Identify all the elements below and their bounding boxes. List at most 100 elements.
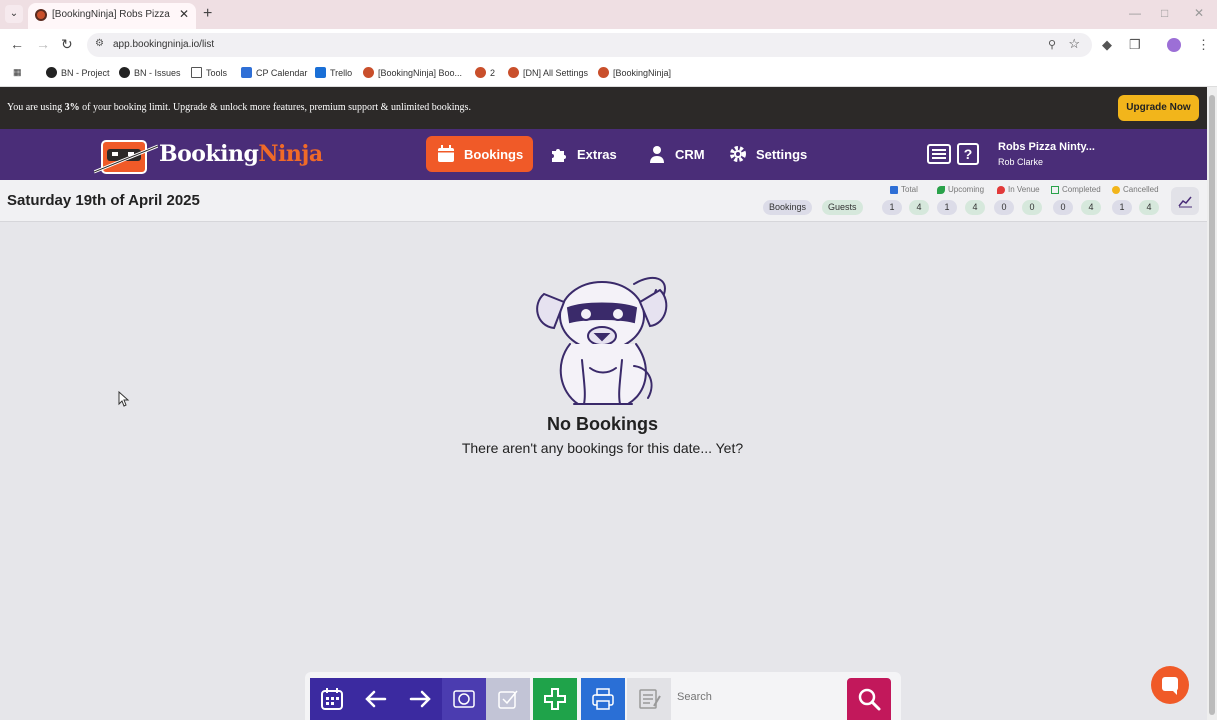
printer-icon (592, 688, 614, 710)
next-day-button[interactable] (398, 678, 442, 720)
stat-total-bookings: 1 (882, 200, 902, 215)
stat-upcoming-guests: 4 (965, 200, 985, 215)
url-text: app.bookingninja.io/list (113, 39, 215, 50)
stat-completed-bookings: 0 (1053, 200, 1073, 215)
folder-icon (191, 67, 202, 78)
svg-text:?: ? (964, 146, 973, 162)
site-info-icon[interactable]: ⚙ (95, 38, 104, 49)
stat-in-venue-guests: 0 (1022, 200, 1042, 215)
forward-icon[interactable]: → (36, 36, 50, 52)
location-pin-icon (997, 185, 1005, 194)
bookingninja-icon (363, 67, 374, 78)
new-tab-icon[interactable]: + (203, 5, 212, 23)
upgrade-now-button[interactable]: Upgrade Now (1118, 95, 1199, 121)
user-name: Rob Clarke (998, 157, 1044, 167)
cancelled-icon (1112, 185, 1120, 194)
bookmark-bn-issues[interactable]: BN - Issues (119, 67, 181, 78)
github-icon (46, 67, 57, 78)
nav-bookings-label: Bookings (464, 146, 524, 162)
bookingninja-icon (475, 67, 486, 78)
guests-row-label: Guests (822, 200, 863, 215)
bookingninja-icon (598, 67, 609, 78)
receipt-icon (1051, 185, 1059, 194)
extension-icon[interactable]: ◆ (1102, 37, 1112, 53)
calendar-icon (321, 688, 343, 710)
empty-state-title: No Bookings (547, 414, 658, 434)
zoom-icon[interactable]: ⚲ (1048, 38, 1056, 51)
profile-avatar-icon[interactable] (1167, 38, 1181, 52)
walking-icon (937, 185, 945, 194)
reload-icon[interactable]: ↻ (61, 36, 73, 53)
browser-tab[interactable]: [BookingNinja] Robs Pizza Ninty... ✕ (28, 3, 196, 29)
bookmark-2[interactable]: 2 (475, 67, 495, 78)
scrollbar-thumb[interactable] (1209, 95, 1215, 715)
chat-support-button[interactable] (1151, 666, 1189, 704)
bookmark-dn-all-settings[interactable]: [DN] All Settings (508, 67, 588, 78)
bookmarks-bar: ▦ BN - Project BN - Issues Tools CP Cale… (0, 61, 1217, 87)
browser-tabstrip: ⌄ [BookingNinja] Robs Pizza Ninty... ✕ +… (0, 0, 1217, 29)
tab-search-chevron-icon[interactable]: ⌄ (5, 5, 23, 23)
stat-cancelled-guests: 4 (1139, 200, 1159, 215)
bookmark-bookingninja[interactable]: [BookingNinja] (598, 67, 671, 78)
nav-settings[interactable]: Settings (718, 136, 817, 172)
user-icon (650, 146, 664, 163)
stat-cancelled-header: Cancelled (1112, 185, 1159, 194)
add-booking-button[interactable] (533, 678, 577, 720)
bookingninja-logo[interactable]: BookingNinja (93, 134, 324, 176)
bookmark-bookingninja-boo[interactable]: [BookingNinja] Boo... (363, 67, 462, 78)
stat-total-guests: 4 (909, 200, 929, 215)
bookmark-cp-calendar[interactable]: CP Calendar (241, 67, 307, 78)
calendar-icon (241, 67, 252, 78)
stat-upcoming-header: Upcoming (937, 185, 984, 194)
select-button[interactable] (486, 678, 530, 720)
page-scrollbar[interactable] (1207, 87, 1217, 720)
close-window-icon[interactable]: ✕ (1194, 6, 1204, 20)
newspaper-icon[interactable] (927, 143, 953, 165)
address-bar[interactable]: ⚙ app.bookingninja.io/list ⚲ ☆ (87, 33, 1092, 57)
bookmark-star-icon[interactable]: ☆ (1068, 36, 1080, 52)
maximize-icon[interactable]: □ (1161, 6, 1168, 20)
venue-name[interactable]: Robs Pizza Ninty... (998, 141, 1095, 153)
notes-icon (639, 689, 661, 709)
help-icon[interactable]: ? (957, 143, 979, 165)
date-bar: Saturday 19th of April 2025 Bookings Gue… (0, 180, 1207, 222)
ninja-logo-icon (93, 140, 159, 174)
app-header: BookingNinja Bookings Extras CRM Setting… (0, 129, 1207, 180)
previous-day-button[interactable] (354, 678, 398, 720)
close-tab-icon[interactable]: ✕ (179, 7, 189, 21)
chart-button[interactable] (1171, 187, 1199, 215)
stat-in-venue-header: In Venue (997, 185, 1040, 194)
bookmark-bn-project[interactable]: BN - Project (46, 67, 110, 78)
apps-grid-icon[interactable]: ▦ (13, 67, 22, 78)
trello-icon (315, 67, 326, 78)
search-button[interactable] (847, 678, 891, 720)
bookmark-tools[interactable]: Tools (191, 67, 227, 78)
floor-plan-button[interactable] (442, 678, 486, 720)
bookmark-trello[interactable]: Trello (315, 67, 352, 78)
arrow-left-icon (365, 690, 387, 708)
nav-settings-label: Settings (756, 146, 808, 162)
print-button[interactable] (581, 678, 625, 720)
search-icon (858, 688, 881, 711)
chrome-menu-icon[interactable]: ⋮ (1197, 37, 1210, 53)
add-booking-icon (544, 688, 566, 710)
arrow-right-icon (409, 690, 431, 708)
nav-bookings[interactable]: Bookings (426, 136, 534, 172)
puzzle-extensions-icon[interactable]: ❒ (1129, 37, 1141, 53)
checkbox-icon (498, 690, 518, 709)
bookings-row-label: Bookings (763, 200, 813, 215)
search-input[interactable] (677, 684, 837, 710)
usage-percent: 3% (64, 102, 80, 113)
floor-plan-icon (453, 690, 475, 708)
tab-title: [BookingNinja] Robs Pizza Ninty... (52, 9, 172, 20)
calendar-button[interactable] (310, 678, 354, 720)
notes-button[interactable] (627, 678, 671, 720)
nav-extras[interactable]: Extras (539, 136, 627, 172)
banner-text: You are using 3% of your booking limit. … (7, 102, 471, 113)
page-title: Saturday 19th of April 2025 (7, 192, 200, 209)
calendar-icon (438, 145, 454, 162)
stat-upcoming-bookings: 1 (937, 200, 957, 215)
nav-crm[interactable]: CRM (637, 136, 715, 172)
back-icon[interactable]: ← (10, 36, 24, 52)
minimize-icon[interactable]: — (1129, 6, 1141, 20)
